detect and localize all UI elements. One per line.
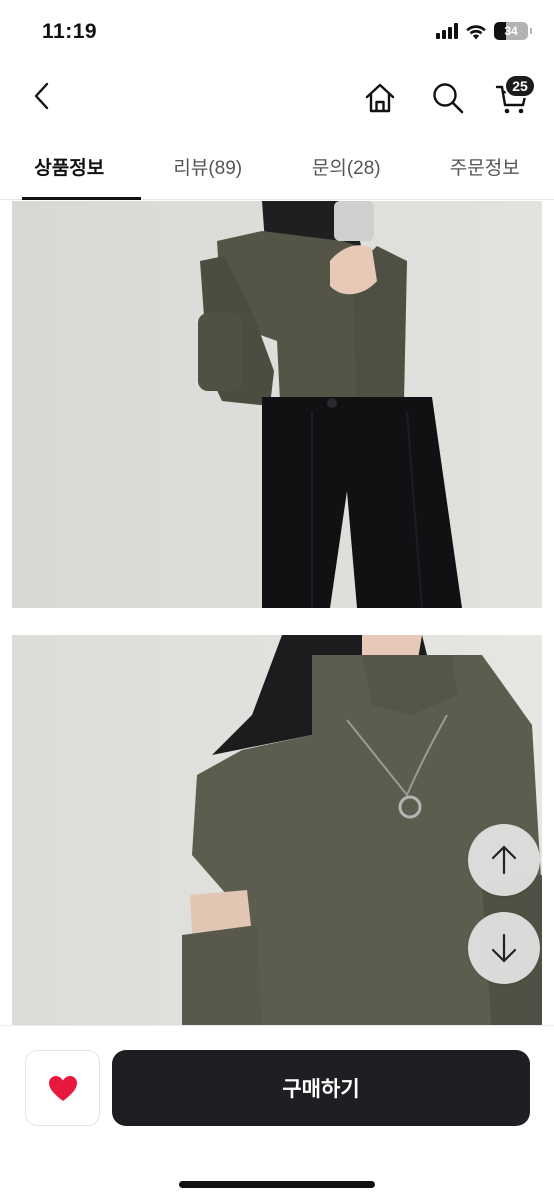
product-photo-1 xyxy=(12,201,542,608)
signal-icon xyxy=(436,23,458,39)
tab-product-info[interactable]: 상품정보 xyxy=(0,134,140,200)
search-button[interactable] xyxy=(426,76,470,120)
bottom-action-bar: 구매하기 xyxy=(0,1025,554,1200)
chevron-left-icon xyxy=(34,82,49,110)
back-button[interactable] xyxy=(22,74,62,118)
arrow-down-icon xyxy=(491,933,517,963)
scroll-bottom-button[interactable] xyxy=(468,912,540,984)
status-bar: 11:19 34 xyxy=(0,0,554,64)
status-icons: 34 xyxy=(436,22,532,40)
tab-order-info[interactable]: 주문정보 xyxy=(416,134,554,199)
top-nav xyxy=(0,64,554,134)
product-photo-2 xyxy=(12,635,542,1025)
tab-reviews[interactable]: 리뷰(89) xyxy=(139,134,278,199)
arrow-up-icon xyxy=(491,845,517,875)
scroll-top-button[interactable] xyxy=(468,824,540,896)
home-button[interactable] xyxy=(358,76,402,120)
buy-button[interactable]: 구매하기 xyxy=(112,1050,530,1126)
cart-count-badge: 25 xyxy=(504,74,536,98)
status-time: 11:19 xyxy=(42,20,98,43)
like-button[interactable] xyxy=(25,1050,100,1126)
search-icon xyxy=(433,83,464,114)
tab-inquiries[interactable]: 문의(28) xyxy=(277,134,416,199)
product-tabs: 상품정보 리뷰(89) 문의(28) 주문정보 xyxy=(0,134,554,200)
battery-icon: 34 xyxy=(494,22,528,40)
heart-icon xyxy=(48,1075,77,1101)
home-icon xyxy=(365,83,395,113)
home-indicator xyxy=(179,1181,375,1188)
product-detail-content xyxy=(0,201,554,1025)
wifi-icon xyxy=(466,24,486,39)
battery-level: 34 xyxy=(504,24,518,38)
